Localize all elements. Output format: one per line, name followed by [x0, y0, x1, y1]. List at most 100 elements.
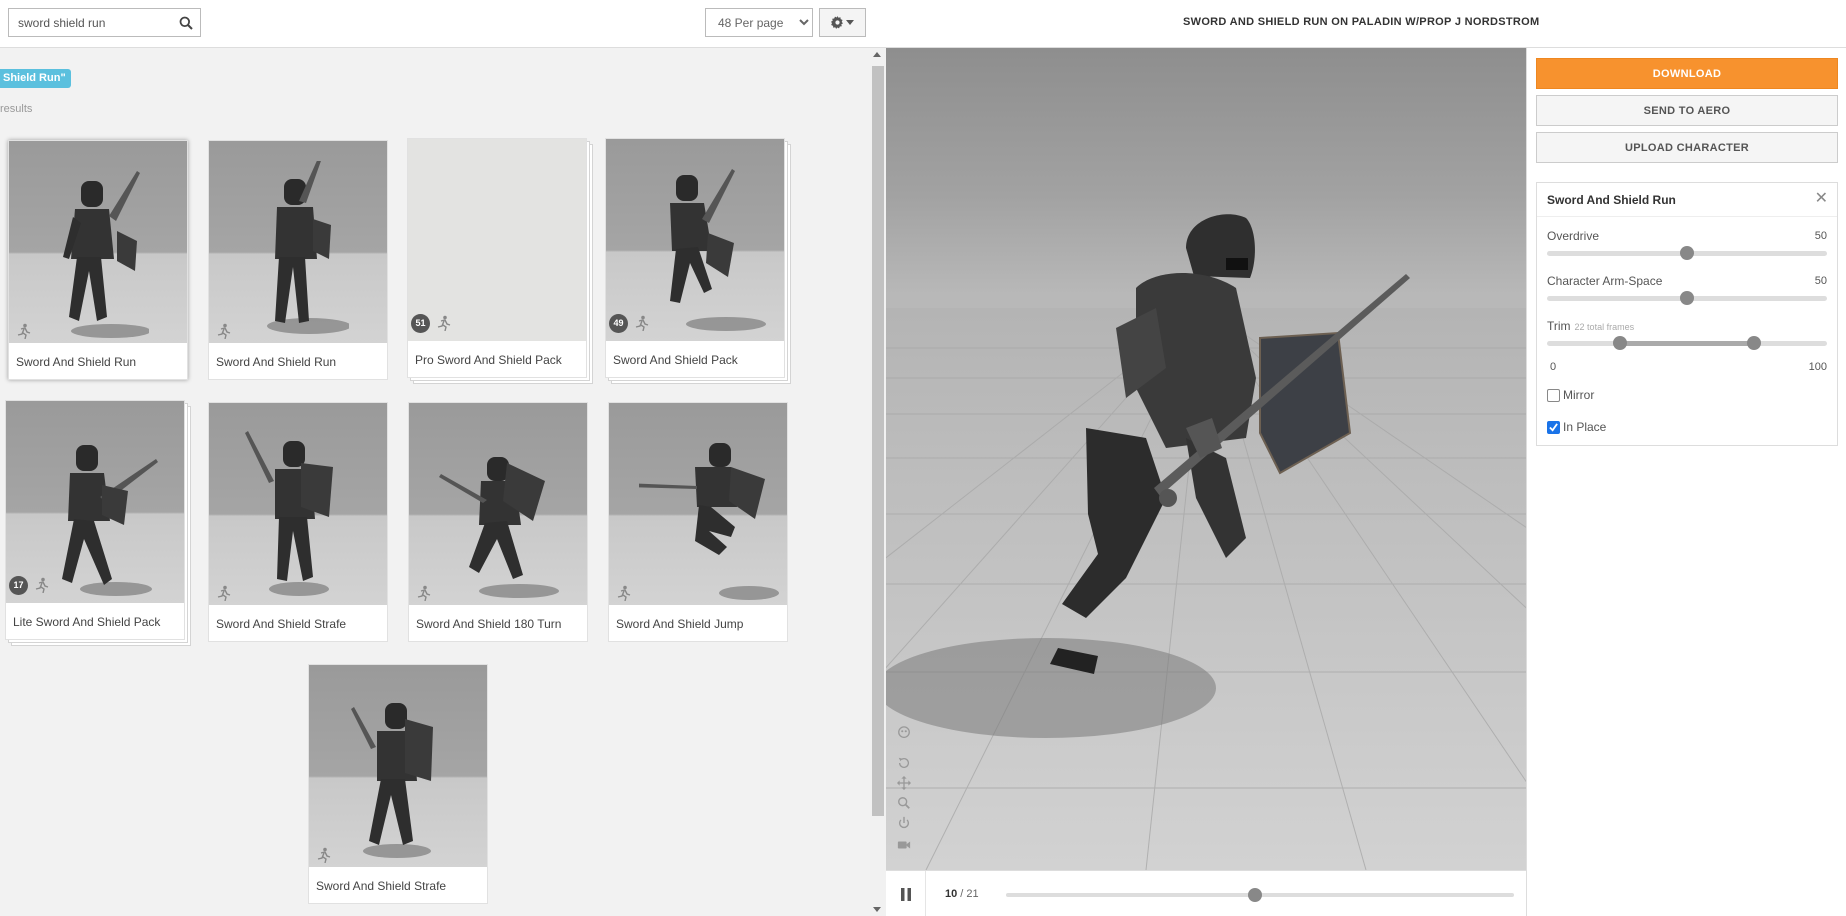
- search-box: [8, 8, 201, 37]
- animation-pack-card[interactable]: 17 Lite Sword And Shield Pack: [5, 400, 191, 646]
- in-place-option[interactable]: In Place: [1547, 420, 1606, 434]
- animation-thumbnail: [209, 141, 387, 343]
- running-icon: [417, 585, 431, 601]
- card-label: Sword And Shield Run: [216, 355, 337, 369]
- viewer-header: SWORD AND SHIELD RUN ON PALADIN W/PROP J…: [886, 0, 1846, 48]
- animation-thumbnail: [609, 403, 787, 605]
- filter-tag[interactable]: Shield Run": [0, 69, 71, 88]
- trim-range-slider[interactable]: [1547, 336, 1827, 350]
- animation-card[interactable]: Sword And Shield Strafe: [308, 664, 488, 904]
- mirror-label: Mirror: [1563, 388, 1595, 402]
- running-icon: [17, 323, 31, 339]
- overdrive-label: Overdrive: [1547, 229, 1600, 243]
- running-icon: [217, 323, 231, 339]
- close-icon[interactable]: ✕: [1815, 191, 1828, 207]
- pause-icon: [900, 887, 911, 901]
- power-icon[interactable]: [896, 816, 912, 830]
- animation-card[interactable]: Sword And Shield Run: [8, 140, 188, 380]
- running-icon: [617, 585, 631, 601]
- card-label: Sword And Shield Pack: [613, 353, 738, 367]
- per-page-select[interactable]: 48 Per page: [705, 8, 813, 37]
- overdrive-value: 50: [1814, 230, 1827, 242]
- camera-icon[interactable]: [896, 838, 912, 852]
- playback-bar: 10 / 21: [886, 870, 1526, 916]
- animation-pack-card[interactable]: 51 Pro Sword And Shield Pack: [407, 138, 593, 384]
- animation-pack-card[interactable]: 49 Sword And Shield Pack: [605, 138, 791, 384]
- card-label: Pro Sword And Shield Pack: [415, 353, 562, 367]
- card-label: Sword And Shield Strafe: [216, 617, 347, 631]
- download-button[interactable]: DOWNLOAD: [1536, 58, 1838, 89]
- overdrive-slider-handle[interactable]: [1680, 246, 1694, 260]
- move-icon[interactable]: [896, 776, 912, 790]
- running-icon: [635, 315, 649, 331]
- card-label: Sword And Shield Run: [16, 355, 137, 369]
- send-to-aero-button[interactable]: SEND TO AERO: [1536, 95, 1838, 126]
- animation-card[interactable]: Sword And Shield Run: [208, 140, 388, 380]
- trim-max-label: 100: [1808, 361, 1827, 373]
- trim-total-frames: 22 total frames: [1574, 322, 1635, 332]
- search-button[interactable]: [172, 9, 200, 36]
- arm-space-slider-handle[interactable]: [1680, 291, 1694, 305]
- animation-thumbnail: [209, 403, 387, 605]
- animation-card[interactable]: Sword And Shield Strafe: [208, 402, 388, 642]
- settings-title: Sword And Shield Run: [1547, 193, 1676, 207]
- animation-settings-sidebar: DOWNLOAD SEND TO AERO UPLOAD CHARACTER S…: [1526, 48, 1846, 916]
- zoom-icon[interactable]: [896, 796, 912, 810]
- in-place-label: In Place: [1563, 420, 1607, 434]
- total-frames: / 21: [957, 888, 979, 900]
- floor-grid: [886, 214, 1526, 870]
- skeleton-icon[interactable]: [896, 726, 912, 740]
- pause-button[interactable]: [886, 871, 926, 916]
- arm-space-label: Character Arm-Space: [1547, 274, 1663, 288]
- animation-browser: 48 Per page Shield Run" results Sword An…: [0, 0, 886, 916]
- rotate-icon[interactable]: [896, 756, 912, 770]
- card-label: Sword And Shield Jump: [616, 617, 744, 631]
- animation-thumbnail: [6, 401, 184, 603]
- pack-count-badge: 51: [411, 314, 430, 333]
- checkmark-icon: [1549, 422, 1558, 432]
- animation-card[interactable]: Sword And Shield 180 Turn: [408, 402, 588, 642]
- scrollbar-thumb[interactable]: [872, 66, 884, 816]
- mirror-checkbox[interactable]: [1547, 388, 1560, 402]
- trim-min-label: 0: [1550, 361, 1557, 373]
- animation-card[interactable]: Sword And Shield Jump: [608, 402, 788, 642]
- timeline-slider[interactable]: [1006, 888, 1514, 902]
- animation-thumbnail: [408, 139, 586, 341]
- results-count: results: [0, 103, 33, 115]
- timeline-handle[interactable]: [1247, 888, 1262, 902]
- arm-space-slider[interactable]: [1547, 291, 1827, 305]
- running-icon: [437, 315, 451, 331]
- pack-count-badge: 49: [609, 314, 628, 333]
- trim-end-handle[interactable]: [1747, 336, 1762, 350]
- settings-dropdown-button[interactable]: [819, 8, 866, 37]
- trim-label-text: Trim: [1547, 319, 1571, 333]
- current-frame: 10: [945, 888, 958, 900]
- search-icon: [179, 16, 193, 30]
- in-place-checkbox[interactable]: [1547, 420, 1560, 434]
- overdrive-slider[interactable]: [1547, 246, 1827, 260]
- running-icon: [35, 577, 49, 593]
- trim-start-handle[interactable]: [1612, 336, 1627, 350]
- card-label: Sword And Shield Strafe: [316, 879, 447, 893]
- viewer-title: SWORD AND SHIELD RUN ON PALADIN W/PROP J…: [1183, 16, 1540, 28]
- animation-thumbnail: [409, 403, 587, 605]
- divider: [1537, 216, 1837, 217]
- scroll-down-arrow-icon[interactable]: [873, 907, 881, 912]
- trim-selected-range: [1619, 341, 1755, 346]
- scroll-up-arrow-icon[interactable]: [873, 52, 881, 57]
- running-icon: [217, 585, 231, 601]
- trim-label: Trim 22 total frames: [1547, 319, 1634, 333]
- gear-icon: [831, 16, 844, 29]
- card-label: Sword And Shield 180 Turn: [416, 617, 562, 631]
- upload-character-button[interactable]: UPLOAD CHARACTER: [1536, 132, 1838, 163]
- animation-thumbnail: [9, 141, 187, 343]
- pack-count-badge: 17: [9, 576, 28, 595]
- mirror-option[interactable]: Mirror: [1547, 388, 1594, 402]
- animation-settings-panel: Sword And Shield Run ✕ Overdrive 50 Char…: [1536, 182, 1838, 446]
- search-input[interactable]: [9, 9, 173, 36]
- search-toolbar: 48 Per page: [0, 0, 886, 48]
- results-scrollbar[interactable]: [870, 48, 886, 916]
- caret-down-icon: [846, 20, 854, 25]
- card-label: Lite Sword And Shield Pack: [13, 615, 161, 629]
- 3d-viewport[interactable]: [886, 48, 1526, 870]
